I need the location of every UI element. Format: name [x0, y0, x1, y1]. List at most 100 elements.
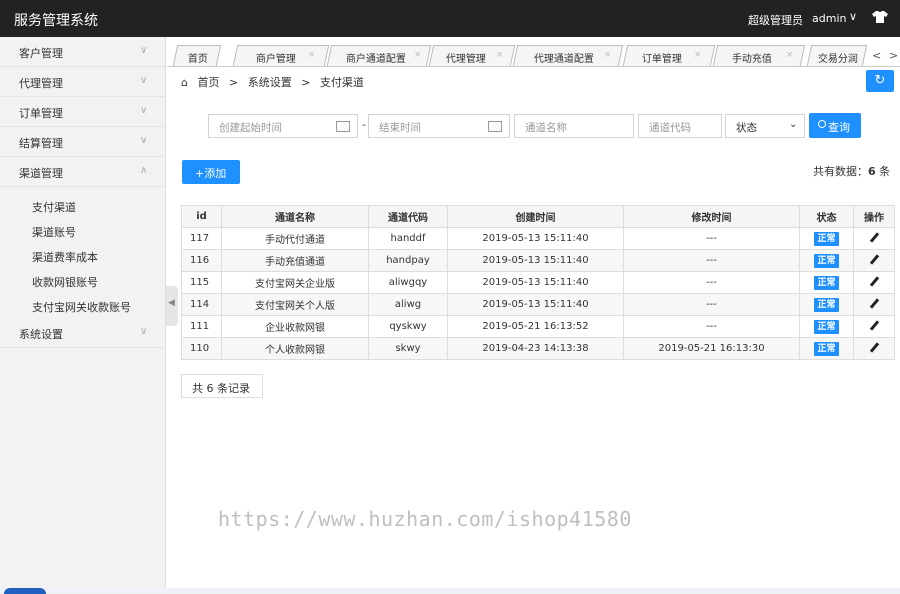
- sidebar-item-settlement[interactable]: 结算管理 ∨: [0, 127, 165, 157]
- tab-home[interactable]: 首页: [172, 45, 222, 66]
- cell-created: 2019-05-13 15:11:40: [447, 249, 624, 272]
- cell-id: 114: [181, 293, 222, 316]
- records-count: 共 6 条记录: [181, 374, 263, 398]
- edit-icon[interactable]: [869, 341, 880, 353]
- status-select-value: 状态: [736, 122, 757, 134]
- tab-manual-recharge[interactable]: 手动充值 ×: [712, 45, 806, 66]
- sidebar-item-label: 代理管理: [19, 77, 63, 90]
- search-icon: [818, 120, 826, 128]
- cell-name: 手动代付通道: [221, 227, 369, 250]
- total-value: 6: [868, 165, 876, 178]
- cell-actions: [853, 271, 895, 294]
- user-menu[interactable]: admin: [812, 12, 846, 25]
- tab-label: 手动充值: [731, 54, 772, 65]
- watermark-text: https://www.huzhan.com/ishop41580: [218, 507, 632, 531]
- add-button[interactable]: +添加: [182, 160, 240, 184]
- cell-created: 2019-05-21 16:13:52: [447, 315, 624, 338]
- bottom-bar-accent: [4, 588, 46, 594]
- cell-modified: ---: [623, 315, 800, 338]
- sidebar-subitem-payment-channels[interactable]: 支付渠道: [0, 193, 165, 218]
- breadcrumb-home[interactable]: 首页: [197, 76, 219, 89]
- cell-status: 正常: [799, 249, 854, 272]
- close-icon[interactable]: ×: [308, 50, 316, 60]
- total-count: 共有数据：6 条: [813, 163, 890, 179]
- sidebar-subitem-label: 支付宝网关收款账号: [32, 301, 131, 314]
- home-icon: ⌂: [181, 76, 188, 89]
- tab-label: 商户通道配置: [345, 54, 406, 65]
- sidebar-subitem-bank-accounts[interactable]: 收款网银账号: [0, 268, 165, 293]
- tab-prev-button[interactable]: <: [872, 49, 881, 62]
- channels-table: id 通道名称 通道代码 创建时间 修改时间 状态 操作 117 手动代付通道 …: [181, 205, 895, 360]
- channel-name-placeholder: 通道名称: [525, 122, 567, 134]
- tab-label: 首页: [187, 54, 208, 65]
- cell-code: qyskwy: [368, 315, 448, 338]
- breadcrumb-system-settings[interactable]: 系统设置: [248, 76, 292, 89]
- chevron-down-icon: ∨: [140, 75, 148, 86]
- chevron-down-icon: ∨: [140, 45, 148, 56]
- sidebar-item-orders[interactable]: 订单管理 ∨: [0, 97, 165, 127]
- end-time-input[interactable]: 结束时间: [368, 114, 510, 138]
- refresh-button[interactable]: ↻: [866, 70, 894, 92]
- sidebar-item-agents[interactable]: 代理管理 ∨: [0, 67, 165, 97]
- tab-merchants[interactable]: 商户管理 ×: [232, 45, 330, 66]
- channel-name-input[interactable]: 通道名称: [514, 114, 634, 138]
- calendar-icon: [336, 121, 350, 132]
- cell-code: handdf: [368, 227, 448, 250]
- column-header: 通道名称: [221, 205, 369, 228]
- close-icon[interactable]: ×: [496, 50, 504, 60]
- chevron-down-icon[interactable]: ∨: [849, 10, 857, 23]
- edit-icon[interactable]: [869, 297, 880, 309]
- edit-icon[interactable]: [869, 253, 880, 265]
- tab-label: 交易分润: [817, 54, 858, 65]
- tab-agent-channel-config[interactable]: 代理通道配置 ×: [512, 45, 624, 66]
- range-separator: -: [362, 118, 366, 131]
- cell-created: 2019-05-13 15:11:40: [447, 227, 624, 250]
- cell-status: 正常: [799, 227, 854, 250]
- sidebar-item-system-settings[interactable]: 系统设置 ∨: [0, 318, 165, 348]
- skin-icon[interactable]: [872, 9, 888, 25]
- close-icon[interactable]: ×: [786, 50, 794, 60]
- sidebar-subitem-rate-cost[interactable]: 渠道费率成本: [0, 243, 165, 268]
- sidebar-item-customers[interactable]: 客户管理 ∨: [0, 37, 165, 67]
- sidebar-subitem-label: 渠道账号: [32, 226, 76, 239]
- sidebar-item-channels[interactable]: 渠道管理 ∧: [0, 157, 165, 187]
- close-icon[interactable]: ×: [414, 50, 422, 60]
- tab-agents[interactable]: 代理管理 ×: [428, 45, 516, 66]
- column-header: 通道代码: [368, 205, 448, 228]
- start-time-input[interactable]: 创建起始时间: [208, 114, 358, 138]
- status-select[interactable]: 状态 ⌄: [725, 114, 805, 138]
- cell-name: 手动充值通道: [221, 249, 369, 272]
- status-badge[interactable]: 正常: [814, 275, 839, 290]
- table-row: 115 支付宝网关企业版 aliwgqy 2019-05-13 15:11:40…: [181, 271, 895, 294]
- close-icon[interactable]: ×: [604, 50, 612, 60]
- search-button[interactable]: 查询: [809, 113, 861, 138]
- records-label: 共 6 条记录: [192, 382, 250, 395]
- cell-id: 111: [181, 315, 222, 338]
- cell-code: aliwgqy: [368, 271, 448, 294]
- cell-code: aliwg: [368, 293, 448, 316]
- sidebar-subitem-channel-accounts[interactable]: 渠道账号: [0, 218, 165, 243]
- breadcrumb-current: 支付渠道: [319, 76, 364, 89]
- close-icon[interactable]: ×: [694, 50, 702, 60]
- sidebar-subitem-alipay-accounts[interactable]: 支付宝网关收款账号: [0, 293, 165, 318]
- tab-label: 代理通道配置: [533, 54, 594, 65]
- status-badge[interactable]: 正常: [814, 319, 839, 334]
- tab-orders[interactable]: 订单管理 ×: [622, 45, 716, 66]
- tab-profit-share[interactable]: 交易分润: [806, 45, 868, 66]
- sidebar-subitem-label: 收款网银账号: [32, 276, 98, 289]
- edit-icon[interactable]: [869, 231, 880, 243]
- edit-icon[interactable]: [869, 275, 880, 287]
- tab-merchant-channel-config[interactable]: 商户通道配置 ×: [326, 45, 432, 66]
- cell-modified: ---: [623, 227, 800, 250]
- search-button-label: 查询: [828, 121, 850, 134]
- cell-id: 117: [181, 227, 222, 250]
- cell-status: 正常: [799, 293, 854, 316]
- status-badge[interactable]: 正常: [814, 341, 839, 356]
- channel-code-input[interactable]: 通道代码: [638, 114, 722, 138]
- status-badge[interactable]: 正常: [814, 231, 839, 246]
- status-badge[interactable]: 正常: [814, 297, 839, 312]
- sidebar-collapse-toggle[interactable]: ◀: [166, 286, 178, 326]
- status-badge[interactable]: 正常: [814, 253, 839, 268]
- tab-next-button[interactable]: >: [889, 49, 898, 62]
- edit-icon[interactable]: [869, 319, 880, 331]
